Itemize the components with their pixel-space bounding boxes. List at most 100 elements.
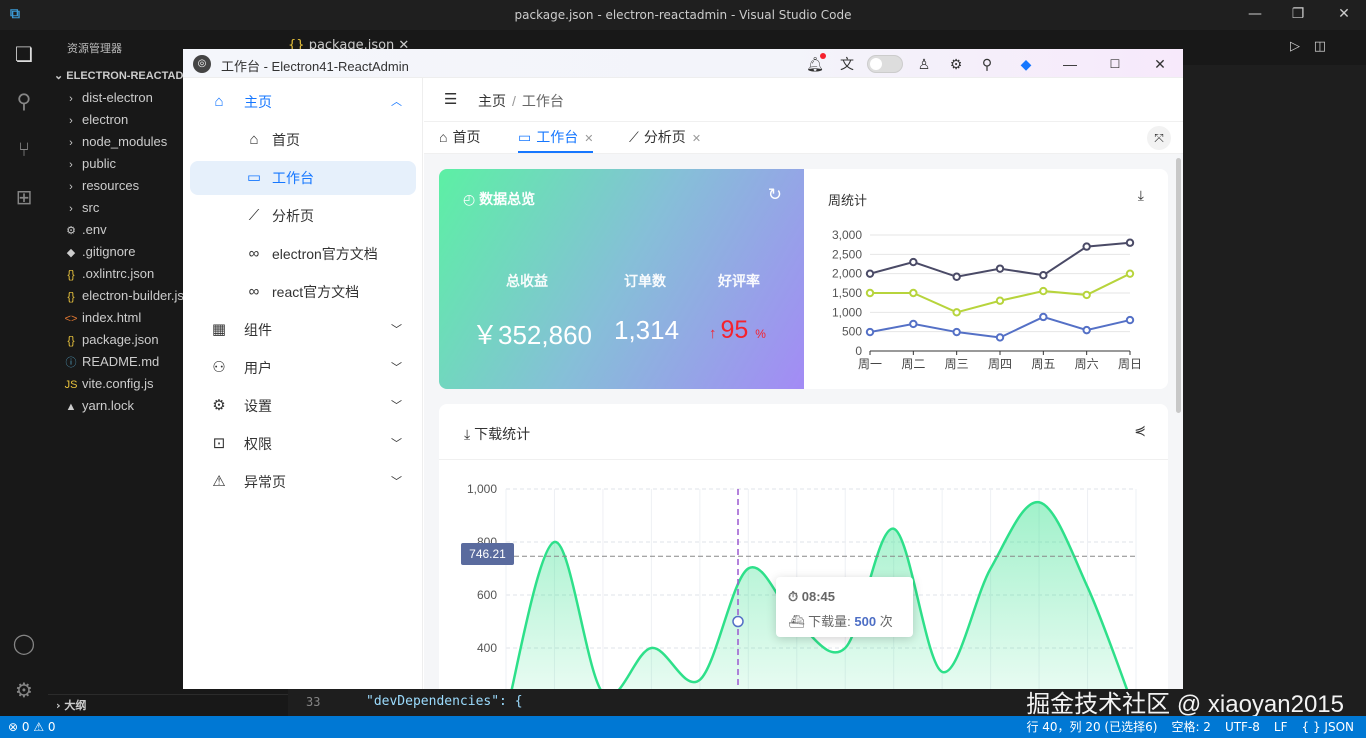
app-minimize-icon[interactable]: — <box>1060 54 1080 74</box>
minimize-icon[interactable]: — <box>1245 6 1265 22</box>
tab-icon: ▭ <box>518 129 532 145</box>
file-icon: › <box>69 159 73 171</box>
file-item[interactable]: {} package.json <box>62 329 159 351</box>
settings-gear-icon[interactable]: ⚙ <box>10 676 38 704</box>
x-tick-label: 周一 <box>858 357 882 371</box>
menu-item[interactable]: ⊡ 权限 ﹀ <box>190 427 416 461</box>
chevron-up-icon: ︿ <box>391 96 402 108</box>
fullscreen-icon[interactable]: ⤧ <box>1147 126 1171 150</box>
scrollbar[interactable] <box>1176 158 1181 413</box>
explorer-header: 资源管理器 <box>67 43 122 55</box>
menu-item[interactable]: ▭ 工作台 <box>190 161 416 195</box>
data-point <box>1125 315 1135 325</box>
file-icon: ◆ <box>66 247 76 259</box>
status-item[interactable]: LF <box>1274 720 1288 734</box>
data-point <box>995 333 1005 342</box>
file-name: package.json <box>82 332 159 347</box>
data-point <box>865 269 875 278</box>
file-item[interactable]: › resources <box>62 175 139 197</box>
file-name: index.html <box>82 310 142 325</box>
brand-diamond-icon[interactable]: ◆ <box>1016 54 1036 74</box>
x-tick-label: 周四 <box>988 357 1012 371</box>
status-item[interactable]: UTF-8 <box>1225 720 1260 734</box>
file-name: public <box>82 156 116 171</box>
file-item[interactable]: <> index.html <box>62 307 142 329</box>
file-item[interactable]: {} .oxlintrc.json <box>62 263 154 285</box>
breadcrumb-home[interactable]: 主页 <box>478 93 506 109</box>
close-icon[interactable]: ✕ <box>1334 6 1354 22</box>
menu-fold-icon[interactable]: ☰ <box>444 90 457 108</box>
extensions-icon[interactable]: ⊞ <box>10 183 38 211</box>
file-item[interactable]: ◆ .gitignore <box>62 241 136 263</box>
menu-item[interactable]: ∞ electron官方文档 <box>190 237 416 271</box>
menu-item[interactable]: ▦ 组件 ﹀ <box>190 313 416 347</box>
skin-icon[interactable]: ♙ <box>914 54 934 74</box>
file-item[interactable]: › public <box>62 153 116 175</box>
downloads-chart: 4006008001,000 <box>467 482 1137 689</box>
menu-item[interactable]: ∞ react官方文档 <box>190 275 416 309</box>
menu-item[interactable]: ⚙ 设置 ﹀ <box>190 389 416 423</box>
page-tab[interactable]: ▭ 工作台 ✕ <box>518 127 594 153</box>
menu-icon: ∞ <box>248 283 260 300</box>
outline-section[interactable]: › 大纲 <box>48 694 288 716</box>
file-item[interactable]: › dist-electron <box>62 87 153 109</box>
menu-label: 异常页 <box>244 474 286 490</box>
menu-item[interactable]: ⟋ 分析页 <box>190 199 416 233</box>
menu-item[interactable]: ⚠ 异常页 ﹀ <box>190 465 416 499</box>
theme-toggle[interactable] <box>867 55 903 73</box>
restore-icon[interactable]: ❐ <box>1288 6 1308 22</box>
file-item[interactable]: › electron <box>62 109 128 131</box>
menu-item[interactable]: ⚇ 用户 ﹀ <box>190 351 416 385</box>
run-icon[interactable]: ▷ <box>1290 39 1300 54</box>
weekly-chart: 0 500 1,000 1,500 2,000 2,500 3,000 周一 周二 周三 周四 周五 周… <box>832 228 1142 371</box>
activity-bar: ❏ ⚲ ⑂ ⊞ ◯ ⚙ <box>0 30 48 716</box>
file-icon: ⚙ <box>66 225 76 237</box>
file-name: electron <box>82 112 129 127</box>
tab-close-icon[interactable]: ✕ <box>692 133 701 145</box>
overview-card: ◴ 数据总览 ↻ 总收益 订单数 好评率 ￥352,860 1,314 ↑ 95 … <box>439 169 804 389</box>
app-maximize-icon[interactable]: ☐ <box>1105 54 1125 74</box>
file-item[interactable]: ▲ yarn.lock <box>62 395 134 417</box>
project-root[interactable]: ⌄ ELECTRON-REACTADMIN <box>54 69 204 82</box>
breadcrumb: 主页 / 工作台 <box>478 93 564 109</box>
pin-icon[interactable]: ⚲ <box>977 54 997 74</box>
page-tab[interactable]: ⌂ 首页 <box>439 127 480 153</box>
translate-icon[interactable]: 文 <box>837 54 857 74</box>
menu-label: 设置 <box>244 398 272 414</box>
rating-value: ↑ 95 % <box>709 316 766 344</box>
refresh-icon[interactable]: ↻ <box>768 185 782 205</box>
split-editor-icon[interactable]: ◫ <box>1314 39 1326 54</box>
explorer-icon[interactable]: ❏ <box>10 40 38 68</box>
stat-label: 总收益 <box>506 273 548 289</box>
file-name: resources <box>82 178 140 193</box>
status-item[interactable]: 行 40，列 20 (已选择6) <box>1026 720 1157 734</box>
file-item[interactable]: ⚙ .env <box>62 219 107 241</box>
tab-icon: ⌂ <box>439 129 448 145</box>
menu-label: 权限 <box>244 436 272 452</box>
source-control-icon[interactable]: ⑂ <box>10 135 38 163</box>
data-point <box>1039 286 1048 296</box>
notification-dot <box>820 53 826 59</box>
file-item[interactable]: ⓘ README.md <box>62 351 160 373</box>
file-item[interactable]: › src <box>62 197 99 219</box>
y-tick-label: 1,000 <box>832 305 862 319</box>
tab-close-icon[interactable]: ✕ <box>584 133 593 145</box>
status-bar: ⊗ 0 ⚠ 0 行 40，列 20 (已选择6) 空格: 2 UTF-8 LF { } … <box>0 716 1366 738</box>
search-icon[interactable]: ⚲ <box>10 87 38 115</box>
menu-item[interactable]: ⌂ 首页 <box>190 123 416 157</box>
status-item[interactable]: 空格: 2 <box>1171 720 1211 734</box>
page-tab[interactable]: ⟋ 分析页 ✕ <box>629 127 701 153</box>
downloads-card: ⤓ 下载统计 ⋞ 400 600 800 1,000 746.21 ⏱ 08:45 ⛴… <box>439 404 1168 689</box>
file-item[interactable]: › node_modules <box>62 131 167 153</box>
menu-item[interactable]: ⌂ 主页 ︿ <box>190 85 416 119</box>
file-item[interactable]: {} electron-builder.json <box>62 285 198 307</box>
account-icon[interactable]: ◯ <box>10 629 38 657</box>
file-item[interactable]: JS vite.config.js <box>62 373 154 395</box>
file-icon: › <box>69 93 73 105</box>
app-header: ☰ 主页 / 工作台 <box>424 78 1183 122</box>
settings-icon[interactable]: ⚙ <box>946 54 966 74</box>
file-icon: › <box>69 181 73 193</box>
status-item[interactable]: { } JSON <box>1302 720 1354 734</box>
app-close-icon[interactable]: ✕ <box>1150 54 1170 74</box>
problems-status[interactable]: ⊗ 0 ⚠ 0 <box>8 716 56 738</box>
